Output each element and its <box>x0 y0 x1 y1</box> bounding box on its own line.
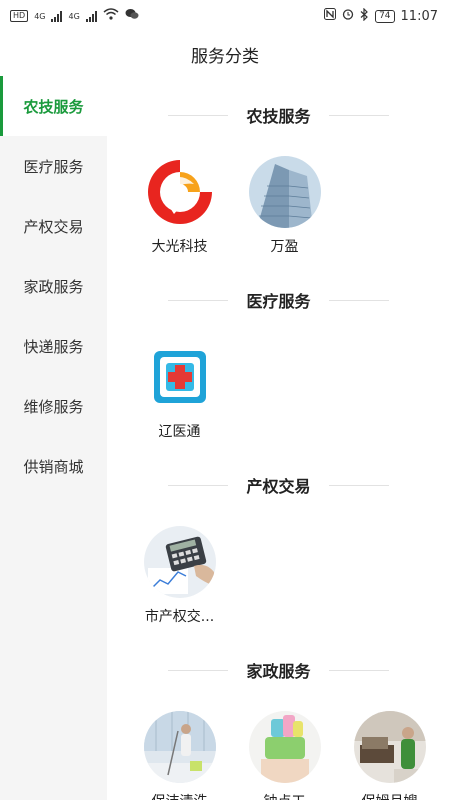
divider <box>328 484 389 486</box>
nanny-photo-icon <box>353 711 426 783</box>
wechat-icon <box>125 8 139 24</box>
divider <box>168 484 229 486</box>
page-header: 服务分类 <box>0 32 450 76</box>
wifi-icon <box>103 8 119 24</box>
divider <box>328 299 389 301</box>
section-title: 产权交易 <box>246 477 311 496</box>
status-right: 74 11:07 <box>324 7 438 25</box>
sidebar-item-agri[interactable]: 农技服务 <box>0 76 107 136</box>
section-title: 家政服务 <box>246 662 311 681</box>
section-title: 医疗服务 <box>246 292 311 311</box>
service-item[interactable]: 辽医通 <box>127 339 232 446</box>
section-header: 家政服务 <box>107 631 450 709</box>
category-content[interactable]: 农技服务 大光科技 万盈 医疗服务 辽医通 产权交易 市产权交... 家政服务 <box>107 76 450 800</box>
sidebar-item-label: 家政服务 <box>23 277 84 296</box>
service-item[interactable]: 钟点工 <box>232 709 337 800</box>
clock-time: 11:07 <box>400 8 438 24</box>
section-header: 农技服务 <box>107 76 450 154</box>
nfc-icon <box>324 8 337 24</box>
category-sidebar: 农技服务 医疗服务 产权交易 家政服务 快递服务 维修服务 供销商城 <box>0 76 107 800</box>
sidebar-item-repair[interactable]: 维修服务 <box>0 376 107 436</box>
service-label: 保姆月嫂 <box>340 791 440 800</box>
service-grid: 辽医通 <box>107 339 450 446</box>
status-bar: HD 4G 4G 74 11:07 <box>0 0 450 32</box>
sidebar-item-label: 维修服务 <box>23 397 84 416</box>
page-title: 服务分类 <box>191 46 259 67</box>
bluetooth-icon <box>360 7 369 25</box>
dasun-logo-icon <box>143 156 216 228</box>
skyscraper-photo-icon <box>248 156 321 228</box>
service-grid: 大光科技 万盈 <box>107 154 450 261</box>
alarm-icon <box>342 8 354 24</box>
sidebar-item-medical[interactable]: 医疗服务 <box>0 136 107 196</box>
service-label: 万盈 <box>270 239 299 255</box>
divider <box>168 114 229 116</box>
sidebar-item-housekeeping[interactable]: 家政服务 <box>0 256 107 316</box>
section-header: 产权交易 <box>107 446 450 524</box>
sidebar-item-mall[interactable]: 供销商城 <box>0 436 107 496</box>
network-type-2: 4G <box>68 11 80 21</box>
service-label: 市产权交... <box>144 609 215 625</box>
network-type-1: 4G <box>34 11 46 21</box>
sidebar-item-express[interactable]: 快递服务 <box>0 316 107 376</box>
sidebar-item-label: 供销商城 <box>23 457 84 476</box>
cleaning-photo-icon <box>143 711 216 783</box>
sidebar-item-property[interactable]: 产权交易 <box>0 196 107 256</box>
service-item[interactable]: 大光科技 <box>127 154 232 261</box>
battery-icon: 74 <box>375 9 395 23</box>
service-item[interactable]: 保洁清洗 <box>127 709 232 800</box>
divider <box>168 669 229 671</box>
signal-icon-2 <box>85 10 97 22</box>
service-label: 辽医通 <box>158 424 201 440</box>
hd-badge: HD <box>10 10 29 22</box>
divider <box>328 114 389 116</box>
signal-icon <box>51 10 63 22</box>
service-grid: 市产权交... <box>107 524 450 631</box>
service-grid: 保洁清洗 钟点工 <box>107 709 450 800</box>
section-header: 医疗服务 <box>107 261 450 339</box>
medical-cross-logo-icon <box>143 341 216 413</box>
sidebar-item-label: 快递服务 <box>23 337 84 356</box>
sidebar-item-label: 农技服务 <box>23 97 84 116</box>
status-left: HD 4G 4G <box>10 8 139 24</box>
service-label: 大光科技 <box>151 239 208 255</box>
sidebar-item-label: 医疗服务 <box>23 157 84 176</box>
calculator-photo-icon <box>143 526 216 598</box>
sidebar-item-label: 产权交易 <box>23 217 84 236</box>
service-item[interactable]: 保姆月嫂 <box>337 709 442 800</box>
section-title: 农技服务 <box>246 107 311 126</box>
divider <box>168 299 229 301</box>
service-item[interactable]: 市产权交... <box>127 524 232 631</box>
hourly-worker-photo-icon <box>248 711 321 783</box>
service-label: 保洁清洗 <box>130 791 230 800</box>
service-item[interactable]: 万盈 <box>232 154 337 261</box>
divider <box>328 669 389 671</box>
service-label: 钟点工 <box>235 791 335 800</box>
